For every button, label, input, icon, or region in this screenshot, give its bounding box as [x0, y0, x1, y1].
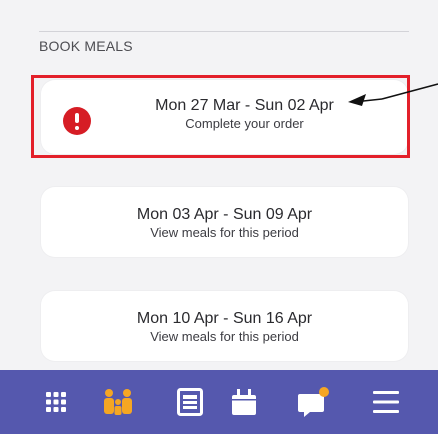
nav-family[interactable]: [88, 370, 148, 434]
nav-more[interactable]: [356, 370, 416, 434]
nav-calendar[interactable]: [214, 370, 274, 434]
period-card[interactable]: Mon 10 Apr - Sun 16 Apr View meals for t…: [41, 291, 408, 361]
period-action: View meals for this period: [150, 225, 299, 240]
nav-menu-card[interactable]: [160, 370, 220, 434]
period-dates: Mon 03 Apr - Sun 09 Apr: [136, 206, 313, 223]
section-title: BOOK MEALS: [39, 38, 133, 54]
period-dates: Mon 10 Apr - Sun 16 Apr: [136, 310, 313, 327]
nav-chat[interactable]: [284, 370, 344, 434]
calendar-icon: [232, 389, 256, 415]
bottom-navigation: [0, 370, 438, 434]
chat-icon: [298, 387, 329, 417]
grid-icon: [46, 392, 66, 412]
period-card[interactable]: Mon 03 Apr - Sun 09 Apr View meals for t…: [41, 187, 408, 257]
notification-badge: [319, 387, 329, 397]
period-card-text: Mon 03 Apr - Sun 09 Apr View meals for t…: [41, 205, 408, 241]
family-icon: [104, 389, 132, 415]
annotation-arrow-icon: [348, 83, 438, 106]
top-divider: [39, 31, 409, 32]
nav-grid[interactable]: [26, 370, 86, 434]
menu-card-icon: [177, 388, 203, 416]
hamburger-icon: [373, 391, 399, 413]
period-card-text: Mon 10 Apr - Sun 16 Apr View meals for t…: [41, 309, 408, 345]
period-action: View meals for this period: [150, 329, 299, 344]
book-meals-screen: BOOK MEALS Mon 27 Mar - Sun 02 Apr Compl…: [0, 0, 438, 434]
